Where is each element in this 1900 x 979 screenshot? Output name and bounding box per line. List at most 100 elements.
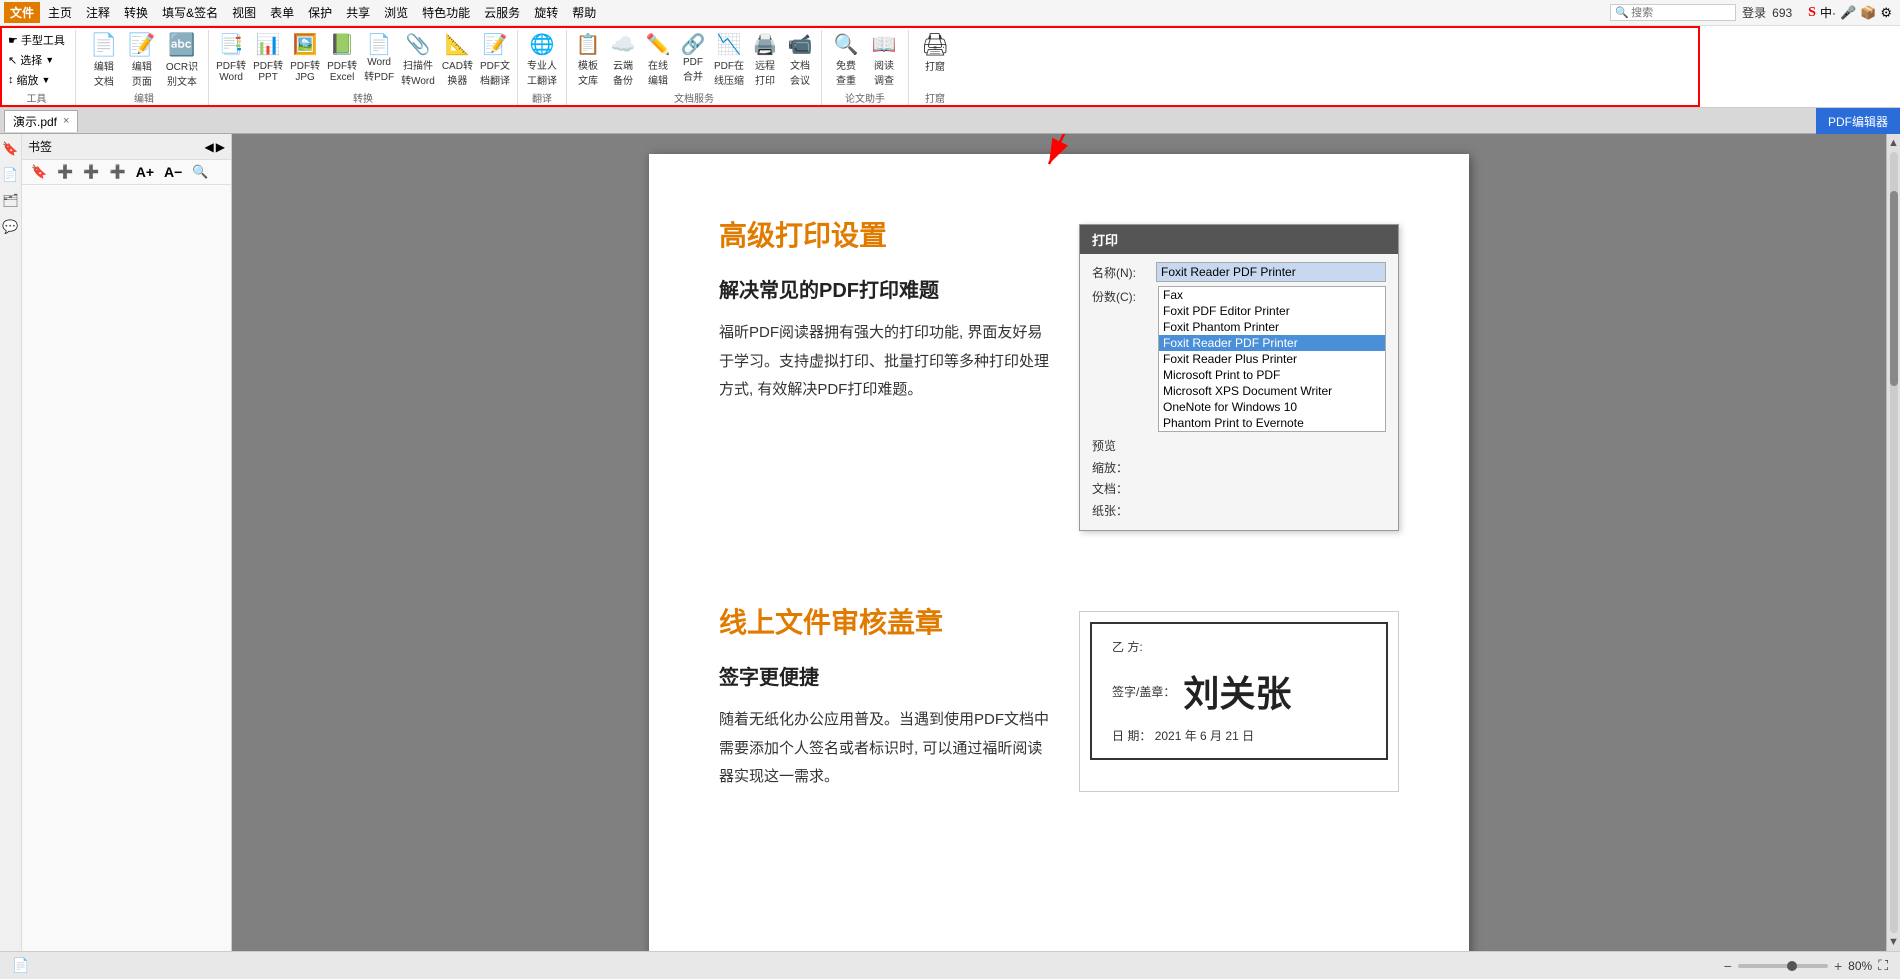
pro-translate-btn[interactable]: 🌐 专业人工翻译 <box>522 30 562 89</box>
pdf-translate-btn[interactable]: 📝 PDF文档翻译 <box>477 30 513 89</box>
print-option-foxit-plus[interactable]: Foxit Reader Plus Printer <box>1159 351 1385 367</box>
edit-page-icon: 📝 <box>128 32 155 58</box>
select-btn[interactable]: ↖ 选择 ▼ <box>4 50 69 70</box>
pdf-to-ppt-label: PDF转PPT <box>253 57 283 83</box>
pdf-to-ppt-btn[interactable]: 📊 PDF转PPT <box>250 30 286 85</box>
pdf-merge-btn[interactable]: 🔗 PDF合并 <box>676 30 710 85</box>
menu-annotate[interactable]: 注释 <box>80 2 116 23</box>
print-option-ms-xps[interactable]: Microsoft XPS Document Writer <box>1159 383 1385 399</box>
login-btn[interactable]: 登录 <box>1742 4 1766 21</box>
panel-icon-strip: 🔖 📄 🗂 💬 <box>0 134 22 951</box>
sogou-box-icon[interactable]: 📦 <box>1860 5 1876 21</box>
close-tab-btn[interactable]: × <box>63 115 69 127</box>
print-option-foxit-reader[interactable]: Foxit Reader PDF Printer <box>1159 335 1385 351</box>
search-input[interactable] <box>1631 7 1731 19</box>
zoom-btn[interactable]: ↕ 缩放 ▼ <box>4 70 69 90</box>
v-scroll-up-btn[interactable]: ▲ <box>1887 136 1900 150</box>
remote-print-btn[interactable]: 🖨️ 远程打印 <box>748 30 782 89</box>
edit-doc-btn[interactable]: 📄 编辑文档 <box>86 30 122 90</box>
sogou-mode[interactable]: 中· <box>1820 4 1836 21</box>
menu-help[interactable]: 帮助 <box>566 2 602 23</box>
pdf-compress-btn[interactable]: 📉 PDF在线压缩 <box>711 30 747 89</box>
online-edit-btn[interactable]: ✏️ 在线编辑 <box>641 30 675 89</box>
menu-file[interactable]: 文件 <box>4 2 40 23</box>
print-option-phantom-evernote[interactable]: Phantom Print to Evernote <box>1159 415 1385 431</box>
pdf-editor-btn[interactable]: PDF编辑器 <box>1816 108 1900 134</box>
convert-buttons: 📑 PDF转Word 📊 PDF转PPT 🖼️ PDF转JPG 📗 PDF转Ex… <box>213 30 513 90</box>
scan-to-word-btn[interactable]: 📎 扫描件转Word <box>398 30 438 89</box>
pdf-to-excel-label: PDF转Excel <box>327 57 357 83</box>
ocr-btn[interactable]: 🔤 OCR识别文本 <box>162 30 202 90</box>
plagiarism-check-btn[interactable]: 🔍 免费查重 <box>828 30 864 89</box>
sidebar-collapse-icon[interactable]: ▶ <box>216 140 225 154</box>
cloud-backup-label: 云端备份 <box>613 57 633 87</box>
print-label: 打窟 <box>925 58 945 73</box>
v-scroll-down-btn[interactable]: ▼ <box>1887 935 1900 949</box>
ocr-icon: 🔤 <box>168 32 195 58</box>
panel-icon-page[interactable]: 📄 <box>2 166 20 184</box>
print-option-fax[interactable]: Fax <box>1159 287 1385 303</box>
menu-share[interactable]: 共享 <box>340 2 376 23</box>
menu-view[interactable]: 视图 <box>226 2 262 23</box>
print-option-ms-pdf[interactable]: Microsoft Print to PDF <box>1159 367 1385 383</box>
sidebar-tb-icon5[interactable]: A+ <box>133 163 157 181</box>
menu-protect[interactable]: 保护 <box>302 2 338 23</box>
fullscreen-icon[interactable]: ⛶ <box>1878 957 1888 974</box>
cloud-backup-icon: ☁️ <box>611 32 636 57</box>
menu-home[interactable]: 主页 <box>42 2 78 23</box>
reading-survey-btn[interactable]: 📖 阅读调查 <box>866 30 902 89</box>
pdf-to-word-icon: 📑 <box>219 32 244 57</box>
pro-translate-buttons: 🌐 专业人工翻译 <box>522 30 562 90</box>
menu-convert[interactable]: 转换 <box>118 2 154 23</box>
print-dialog-body: 名称(N): Foxit Reader PDF Printer 份数(C): F… <box>1080 254 1398 530</box>
template-lib-btn[interactable]: 📋 模板文库 <box>571 30 605 89</box>
print-option-onenote[interactable]: OneNote for Windows 10 <box>1159 399 1385 415</box>
section2-subtitle: 签字更便捷 <box>719 661 1049 690</box>
sidebar-tb-icon2[interactable]: ➕ <box>54 163 76 181</box>
menu-rotate[interactable]: 旋转 <box>528 2 564 23</box>
print-name-input: Foxit Reader PDF Printer <box>1156 262 1386 282</box>
sogou-mic-icon[interactable]: 🎤 <box>1840 5 1856 21</box>
pdf-to-word-btn[interactable]: 📑 PDF转Word <box>213 30 249 85</box>
edit-group: 📄 编辑文档 📝 编辑页面 🔤 OCR识别文本 编辑 <box>80 30 209 105</box>
sidebar-tb-icon1[interactable]: 🔖 <box>28 163 50 181</box>
sidebar-tb-icon6[interactable]: A− <box>161 163 185 181</box>
print-option-foxit-editor[interactable]: Foxit PDF Editor Printer <box>1159 303 1385 319</box>
zoom-plus-btn[interactable]: + <box>1834 958 1842 974</box>
menu-browse[interactable]: 浏览 <box>378 2 414 23</box>
doc-meeting-btn[interactable]: 📹 文档会议 <box>783 30 817 89</box>
menu-special[interactable]: 特色功能 <box>416 2 476 23</box>
online-edit-icon: ✏️ <box>646 32 671 57</box>
panel-icon-layer[interactable]: 🗂 <box>2 192 20 210</box>
sidebar-tb-icon3[interactable]: ➕ <box>80 163 102 181</box>
zoom-slider-track[interactable] <box>1738 964 1828 968</box>
menu-cloud[interactable]: 云服务 <box>478 2 526 23</box>
panel-icon-bookmark[interactable]: 🔖 <box>2 140 20 158</box>
panel-icon-comment[interactable]: 💬 <box>2 218 20 236</box>
pdf-to-excel-btn[interactable]: 📗 PDF转Excel <box>324 30 360 85</box>
pdf-page: 高级打印设置 解决常见的PDF打印难题 福昕PDF阅读器拥有强大的打印功能, 界… <box>649 154 1469 951</box>
menu-fill-sign[interactable]: 填写&签名 <box>156 2 224 23</box>
sidebar-tb-icon4[interactable]: ➕ <box>107 163 129 181</box>
zoom-minus-btn[interactable]: − <box>1724 958 1732 974</box>
print-btn[interactable]: 🖨 打窟 <box>915 30 955 75</box>
print-doc-label: 文档： <box>1092 479 1128 501</box>
cad-convert-btn[interactable]: 📐 CAD转换器 <box>439 30 476 89</box>
sidebar-tb-search-icon[interactable]: 🔍 <box>189 163 211 181</box>
v-scroll-thumb <box>1890 191 1898 386</box>
doc-tab[interactable]: 演示.pdf × <box>4 110 78 132</box>
print-copies-label: 份数(C): <box>1092 286 1150 432</box>
search-box[interactable]: 🔍 <box>1610 4 1736 21</box>
print-dialog-illustration: 打印 名称(N): Foxit Reader PDF Printer 份数(C)… <box>1079 224 1399 531</box>
menu-form[interactable]: 表单 <box>264 2 300 23</box>
print-option-foxit-phantom[interactable]: Foxit Phantom Printer <box>1159 319 1385 335</box>
edit-page-btn[interactable]: 📝 编辑页面 <box>124 30 160 90</box>
seal-party-label: 乙 方: <box>1112 638 1366 655</box>
hand-tool-btn[interactable]: ☛ 手型工具 <box>4 30 69 50</box>
pdf-to-jpg-btn[interactable]: 🖼️ PDF转JPG <box>287 30 323 85</box>
sogou-gear-icon[interactable]: ⚙ <box>1880 5 1892 21</box>
sidebar-expand-icon[interactable]: ◀ <box>205 140 214 154</box>
cloud-backup-btn[interactable]: ☁️ 云端备份 <box>606 30 640 89</box>
word-to-pdf-btn[interactable]: 📄 Word转PDF <box>361 30 397 85</box>
v-scrollbar[interactable]: ▲ ▼ <box>1886 134 1900 951</box>
